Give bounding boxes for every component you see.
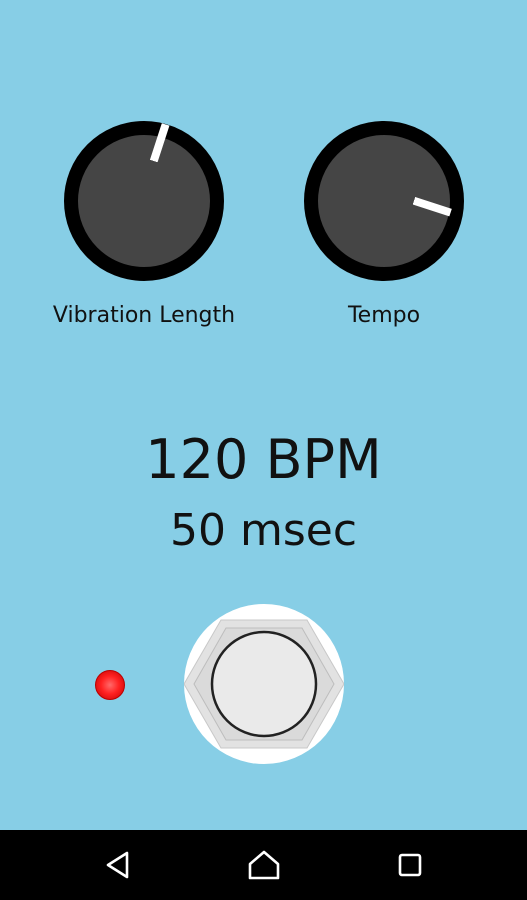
tempo-label: Tempo	[347, 303, 421, 328]
msec-readout: 50 msec	[169, 505, 358, 556]
recents-icon	[398, 853, 422, 877]
system-navigation-bar	[0, 830, 527, 900]
vibration-length-label: Vibration Length	[52, 303, 236, 328]
home-button[interactable]	[236, 845, 292, 885]
tempo-knob[interactable]	[304, 121, 464, 281]
led-indicator-icon	[95, 670, 125, 700]
recents-button[interactable]	[382, 845, 438, 885]
pedal-screen: Vibration Length Tempo 120 BPM 50 msec	[0, 0, 527, 830]
tempo-knob-pointer	[382, 187, 452, 217]
vibration-length-knob[interactable]	[64, 121, 224, 281]
vibration-length-knob-pointer	[140, 123, 170, 193]
footswitch-icon	[184, 619, 344, 749]
back-button[interactable]	[90, 845, 146, 885]
home-icon	[248, 850, 280, 880]
bpm-readout: 120 BPM	[145, 428, 382, 491]
footswitch-button[interactable]	[184, 604, 344, 764]
back-icon	[106, 851, 129, 879]
